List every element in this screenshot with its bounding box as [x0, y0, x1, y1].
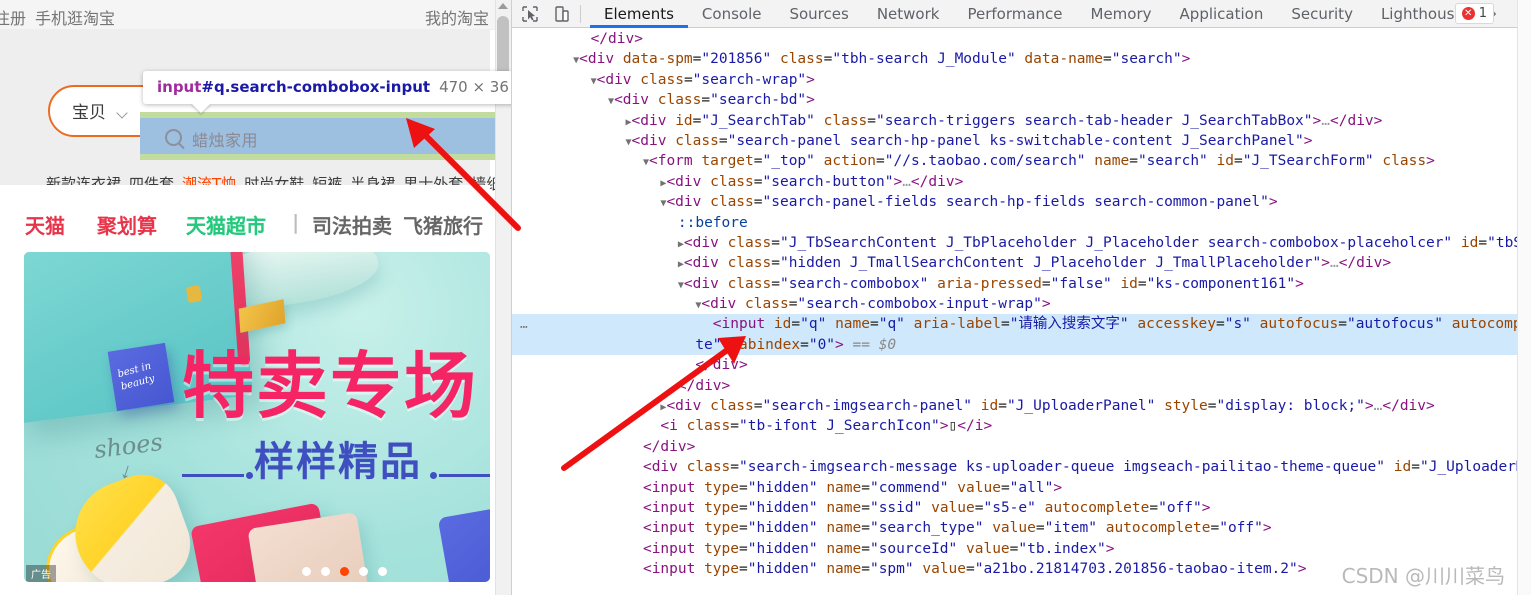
- dom-line[interactable]: <input type="hidden" name="sourceId" val…: [512, 539, 1518, 559]
- search-icon: [165, 129, 182, 146]
- devtools-right-edge: [1517, 0, 1531, 595]
- dom-line[interactable]: ▼<div class="search-wrap">: [512, 70, 1518, 90]
- tab-elements[interactable]: Elements: [590, 0, 688, 28]
- white-spacer: [0, 185, 490, 198]
- register-link[interactable]: 注册: [0, 5, 26, 29]
- inspect-tooltip-tag: input: [157, 78, 202, 96]
- devtools-panel: Elements Console Sources Network Performance…: [511, 0, 1531, 595]
- category-nav-item-2[interactable]: 天猫超市: [186, 210, 266, 239]
- inspect-tooltip-dimensions: 470 × 36: [439, 78, 509, 96]
- category-nav: 天猫 聚划算 天猫超市 | 司法拍卖 飞猪旅行: [0, 198, 490, 250]
- dom-line[interactable]: ▼<div class="search-combobox" aria-press…: [512, 274, 1518, 294]
- dom-line[interactable]: <input id="q" name="q" aria-label="请输入搜索…: [512, 314, 1518, 335]
- dom-tree[interactable]: </div> ▼<div data-spm="201856" class="tb…: [512, 29, 1518, 595]
- search-input[interactable]: 蜡烛家用: [192, 127, 258, 151]
- search-region: 宝贝 蜡烛家用 新款连衣裙四件套潮流T恤时尚女鞋短裤半身裙男士外套墙纸行 inp…: [0, 30, 511, 193]
- category-nav-item-5[interactable]: 飞猪旅行: [403, 210, 483, 239]
- tab-application[interactable]: Application: [1166, 0, 1278, 28]
- search-category-label[interactable]: 宝贝: [72, 98, 106, 123]
- beauty-tag: best in beauty: [107, 342, 175, 412]
- dom-line[interactable]: ▼<div data-spm="201856" class="tbh-searc…: [512, 49, 1518, 69]
- beauty-tag-text: best in beauty: [116, 360, 156, 393]
- devtools-toolbar: Elements Console Sources Network Performance…: [512, 0, 1531, 28]
- error-badge[interactable]: ✕ 1: [1454, 3, 1494, 24]
- dom-line[interactable]: ▼<div class="search-panel-fields search-…: [512, 192, 1518, 212]
- error-count: 1: [1478, 6, 1487, 21]
- carousel-dot-0[interactable]: [302, 567, 311, 576]
- tooltip-arrow-icon: [191, 103, 211, 113]
- inspect-tooltip: input#q.search-combobox-input 470 × 36: [143, 71, 511, 113]
- dom-line[interactable]: <input type="hidden" name="commend" valu…: [512, 478, 1518, 498]
- mobile-taobao-link[interactable]: 手机逛淘宝: [35, 5, 115, 29]
- dom-line[interactable]: </div>: [512, 376, 1518, 396]
- dom-line[interactable]: <div class="search-imgsearch-message ks-…: [512, 457, 1518, 477]
- tab-performance[interactable]: Performance: [953, 0, 1076, 28]
- carousel-dot-3[interactable]: [359, 567, 368, 576]
- dom-line[interactable]: ▶<div class="search-imgsearch-panel" id=…: [512, 396, 1518, 416]
- scroll-up-arrow-icon[interactable]: [498, 3, 508, 9]
- toolbar-divider: [580, 5, 581, 23]
- dom-line[interactable]: <i class="tb-ifont J_SearchIcon">▯</i>: [512, 416, 1518, 436]
- carousel-dots[interactable]: [302, 567, 387, 576]
- dom-line[interactable]: ▼<div class="search-bd">: [512, 90, 1518, 110]
- category-nav-item-1[interactable]: 聚划算: [97, 210, 157, 239]
- ad-badge: 广告: [26, 565, 56, 582]
- dom-line[interactable]: </div>: [512, 29, 1518, 49]
- tab-console[interactable]: Console: [688, 0, 776, 28]
- dom-line[interactable]: te" tabindex="0"> == $0: [512, 334, 1518, 356]
- category-nav-item-0[interactable]: 天猫: [25, 210, 65, 239]
- promo-banner[interactable]: best in beauty shoes ↓ 特卖专场 样样精品 广告: [24, 252, 490, 582]
- dom-line[interactable]: ▼<div class="search-panel search-hp-pane…: [512, 131, 1518, 151]
- devtools-tab-bar[interactable]: Elements Console Sources Network Performance…: [590, 0, 1507, 28]
- watermark: CSDN @川川菜鸟: [1341, 564, 1505, 588]
- category-nav-item-4[interactable]: 司法拍卖: [312, 210, 392, 239]
- zipper-detail: [185, 284, 203, 304]
- category-nav-item-3: |: [292, 210, 300, 234]
- dom-line[interactable]: ▶<div class="hidden J_TmallSearchContent…: [512, 253, 1518, 273]
- banner-subheadline: 样样精品: [254, 438, 422, 485]
- banner-rule-left: [182, 472, 253, 479]
- carousel-dot-4[interactable]: [378, 567, 387, 576]
- device-toolbar-icon[interactable]: [552, 4, 572, 24]
- dom-line[interactable]: </div>: [512, 355, 1518, 375]
- banner-headline: 特卖专场: [182, 343, 479, 428]
- dom-line[interactable]: <input type="hidden" name="search_type" …: [512, 518, 1518, 538]
- chevron-down-icon[interactable]: [118, 109, 127, 114]
- dom-line[interactable]: ▼<form target="_top" action="//s.taobao.…: [512, 151, 1518, 171]
- dom-line[interactable]: <input type="hidden" name="ssid" value="…: [512, 498, 1518, 518]
- inspect-element-icon[interactable]: [520, 4, 540, 24]
- carousel-dot-1[interactable]: [321, 567, 330, 576]
- dom-line[interactable]: ::before: [512, 213, 1518, 233]
- tab-security[interactable]: Security: [1277, 0, 1367, 28]
- site-top-bar: 注册 手机逛淘宝 我的淘宝: [0, 0, 511, 30]
- my-taobao-link[interactable]: 我的淘宝: [425, 5, 489, 29]
- browser-page-viewport: 注册 手机逛淘宝 我的淘宝 宝贝 蜡烛家用 新款连衣裙 四件套 潮流T恤 时尚女鞋 短裤…: [0, 0, 511, 595]
- error-icon: ✕: [1461, 7, 1475, 20]
- tab-network[interactable]: Network: [863, 0, 954, 28]
- dom-line[interactable]: ▶<div id="J_SearchTab" class="search-tri…: [512, 111, 1518, 131]
- dom-line[interactable]: </div>: [512, 437, 1518, 457]
- banner-rule-right: [430, 472, 490, 479]
- carousel-dot-2[interactable]: [340, 567, 349, 576]
- dom-line[interactable]: ▶<div class="J_TbSearchContent J_TbPlace…: [512, 233, 1518, 253]
- inspect-tooltip-selector: #q.search-combobox-input: [201, 78, 431, 96]
- dom-line[interactable]: ▼<div class="search-combobox-input-wrap"…: [512, 294, 1518, 314]
- tab-memory[interactable]: Memory: [1077, 0, 1166, 28]
- tab-sources[interactable]: Sources: [775, 0, 862, 28]
- dom-line[interactable]: ▶<div class="search-button">…</div>: [512, 172, 1518, 192]
